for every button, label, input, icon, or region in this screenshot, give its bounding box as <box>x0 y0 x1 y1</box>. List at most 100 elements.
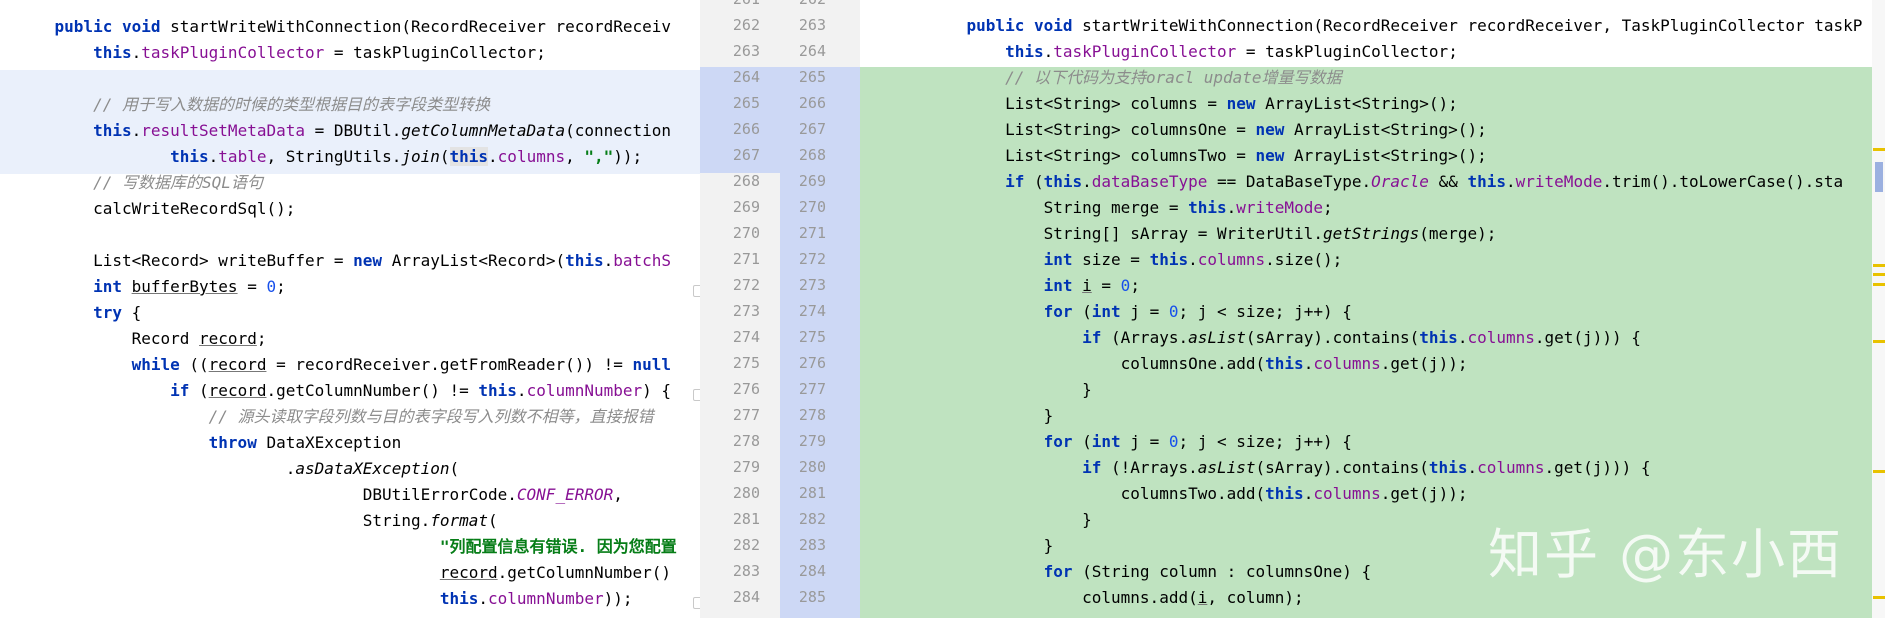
code-token: record <box>439 563 498 582</box>
code-line[interactable]: List<Record> writeBuffer = new ArrayList… <box>16 248 671 274</box>
code-token: . <box>1082 172 1092 191</box>
code-line[interactable]: if (this.dataBaseType == DataBaseType.Or… <box>928 169 1843 195</box>
code-line[interactable]: // 写数据库的SQL语句 <box>16 170 263 196</box>
code-line[interactable]: if (record.getColumnNumber() != this.col… <box>16 378 671 404</box>
code-line[interactable]: columns.add(i, column); <box>928 585 1304 611</box>
scroll-thumb[interactable] <box>1875 162 1883 192</box>
code-token: void <box>121 17 171 36</box>
code-token: startWriteWithConnection(RecordReceiver … <box>1082 16 1863 35</box>
code-token: ArrayList<String>(); <box>1294 146 1487 165</box>
code-line[interactable]: } <box>928 507 1092 533</box>
code-token: new <box>353 251 392 270</box>
left-line-number: 261 <box>710 0 760 12</box>
code-line[interactable]: for (int j = 0; j < size; j++) { <box>928 429 1352 455</box>
code-token: . <box>131 121 142 140</box>
code-line[interactable]: .asDataXException( <box>16 456 459 482</box>
code-token: for <box>1043 302 1083 321</box>
code-token: . <box>516 381 527 400</box>
code-token: 0 <box>266 277 277 296</box>
code-line[interactable]: // 用于写入数据的时候的类型根据目的表字段类型转换 <box>16 92 490 118</box>
code-token: startWriteWithConnection(RecordReceiver … <box>170 17 672 36</box>
code-token: ) { <box>642 381 672 400</box>
code-token: void <box>1033 16 1083 35</box>
code-line[interactable]: Record record; <box>16 326 267 352</box>
code-token: { <box>131 303 142 322</box>
code-line[interactable]: record.getColumnNumber() <box>16 560 671 586</box>
code-token: columns <box>1477 458 1545 477</box>
code-token: String[] sArray = WriterUtil. <box>928 224 1323 243</box>
code-line[interactable]: throw DataXException <box>16 430 402 456</box>
code-token: . <box>1043 42 1054 61</box>
code-token: (!Arrays. <box>1111 458 1198 477</box>
code-token: = taskPluginCollector; <box>1236 42 1458 61</box>
code-line[interactable]: String.format( <box>16 508 498 534</box>
code-line[interactable]: this.table, StringUtils.join(this.column… <box>16 144 642 170</box>
right-line-number: 282 <box>798 510 826 528</box>
code-line[interactable]: for (int j = 0; j < size; j++) { <box>928 299 1352 325</box>
code-line[interactable]: } <box>928 377 1092 403</box>
code-line[interactable]: String[] sArray = WriterUtil.getStrings(… <box>928 221 1497 247</box>
right-line-number: 281 <box>798 484 826 502</box>
code-token: for <box>1043 432 1083 451</box>
code-line[interactable]: String merge = this.writeMode; <box>928 195 1333 221</box>
code-line[interactable]: this.columnNumber)); <box>16 586 633 612</box>
code-line[interactable]: // 源头读取字段列数与目的表字段写入列数不相等，直接报错 <box>16 404 654 430</box>
code-line[interactable]: if (!Arrays.asList(sArray).contains(this… <box>928 455 1650 481</box>
right-line-number: 262 <box>776 0 826 12</box>
code-line[interactable]: List<String> columnsOne = new ArrayList<… <box>928 117 1487 143</box>
code-token: String. <box>16 511 431 530</box>
code-token: (merge); <box>1419 224 1497 243</box>
code-token: columns <box>1313 484 1381 503</box>
left-line-number: 268 <box>732 172 760 190</box>
code-token: )); <box>603 589 633 608</box>
code-line[interactable]: for (String column : columnsOne) { <box>928 559 1372 585</box>
code-line[interactable]: while ((record = recordReceiver.getFromR… <box>16 352 671 378</box>
code-token: . <box>16 459 296 478</box>
vertical-scrollbar[interactable] <box>1872 0 1885 618</box>
code-token: ; <box>276 277 286 296</box>
code-line[interactable]: List<String> columnsTwo = new ArrayList<… <box>928 143 1487 169</box>
code-line[interactable]: this.taskPluginCollector = taskPluginCol… <box>16 40 546 66</box>
code-line[interactable]: this.taskPluginCollector = taskPluginCol… <box>928 39 1458 65</box>
right-line-number: 273 <box>798 276 826 294</box>
code-line[interactable]: try { <box>16 300 141 326</box>
code-line[interactable]: int bufferBytes = 0; <box>16 274 286 300</box>
code-line[interactable]: if (Arrays.asList(sArray).contains(this.… <box>928 325 1641 351</box>
left-line-number: 273 <box>732 302 760 320</box>
code-token: throw <box>208 433 267 452</box>
fold-marker[interactable] <box>693 597 700 609</box>
code-line[interactable]: List<String> columns = new ArrayList<Str… <box>928 91 1458 117</box>
code-line[interactable]: } <box>928 533 1054 559</box>
fold-marker[interactable] <box>693 389 700 401</box>
code-token: List<String> columns = <box>928 94 1227 113</box>
code-line[interactable]: columnsOne.add(this.columns.get(j)); <box>928 351 1468 377</box>
fold-marker[interactable] <box>693 285 700 297</box>
code-line[interactable]: DBUtilErrorCode.CONF_ERROR, <box>16 482 623 508</box>
code-line[interactable]: } <box>928 403 1054 429</box>
scroll-marker <box>1873 283 1885 286</box>
code-line[interactable]: public void startWriteWithConnection(Rec… <box>928 13 1863 39</box>
code-line[interactable]: // 以下代码为支持oracl update增量写数据 <box>928 65 1342 91</box>
code-line[interactable]: public void startWriteWithConnection(Rec… <box>16 14 672 40</box>
code-line[interactable]: int size = this.columns.size(); <box>928 247 1343 273</box>
right-line-number: 283 <box>798 536 826 554</box>
code-token: . <box>478 589 489 608</box>
code-token: , <box>613 485 623 504</box>
code-line[interactable]: columnsTwo.add(this.columns.get(j)); <box>928 481 1468 507</box>
code-token: ( <box>439 147 450 166</box>
left-line-number: 272 <box>732 276 760 294</box>
code-line[interactable]: this.resultSetMetaData = DBUtil.getColum… <box>16 118 671 144</box>
left-editor-pane[interactable]: public void startWriteWithConnection(Rec… <box>0 0 700 618</box>
code-line[interactable]: calcWriteRecordSql(); <box>16 196 295 222</box>
left-line-number: 267 <box>732 146 760 164</box>
code-line[interactable]: "列配置信息有错误. 因为您配置 <box>16 534 677 560</box>
code-token: ; j < size; j++) { <box>1178 302 1352 321</box>
code-line[interactable]: int i = 0; <box>928 273 1140 299</box>
